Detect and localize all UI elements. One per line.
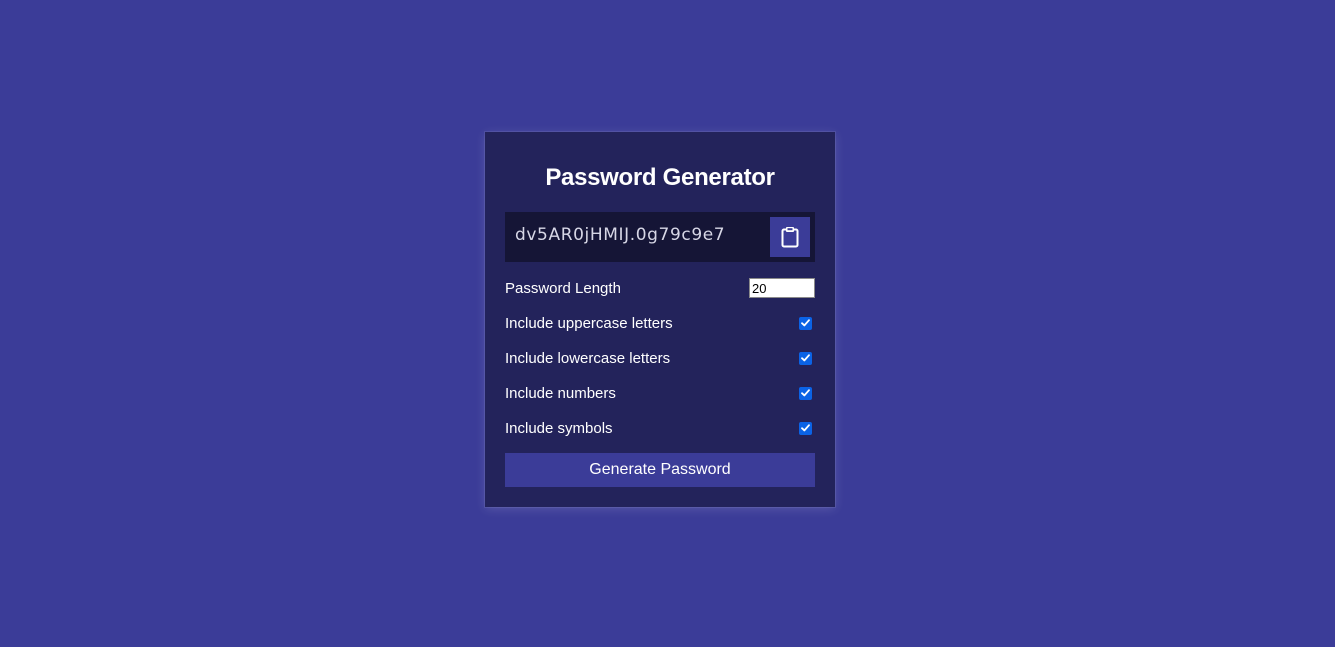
checkmark-icon <box>801 424 810 432</box>
uppercase-checkbox[interactable] <box>799 316 812 330</box>
generate-password-button[interactable]: Generate Password <box>505 453 815 487</box>
numbers-checkbox[interactable] <box>799 386 812 400</box>
setting-symbols: Include symbols <box>505 417 815 439</box>
numbers-label: Include numbers <box>505 384 616 402</box>
copy-to-clipboard-button[interactable] <box>770 217 810 257</box>
password-length-input[interactable] <box>749 278 815 298</box>
symbols-label: Include symbols <box>505 419 613 437</box>
uppercase-label: Include uppercase letters <box>505 314 673 332</box>
setting-lowercase: Include lowercase letters <box>505 347 815 369</box>
setting-password-length: Password Length <box>505 277 815 299</box>
clipboard-icon <box>781 227 799 248</box>
password-result-box: dv5AR0jHMIJ.0g79c9e7 <box>505 212 815 262</box>
setting-uppercase: Include uppercase letters <box>505 312 815 334</box>
password-result-text[interactable]: dv5AR0jHMIJ.0g79c9e7 <box>515 225 725 245</box>
checkmark-icon <box>801 354 810 362</box>
password-generator-card: Password Generator dv5AR0jHMIJ.0g79c9e7 … <box>485 132 835 507</box>
password-length-label: Password Length <box>505 279 621 297</box>
setting-numbers: Include numbers <box>505 382 815 404</box>
checkmark-icon <box>801 389 810 397</box>
symbols-checkbox[interactable] <box>799 421 812 435</box>
lowercase-checkbox[interactable] <box>799 351 812 365</box>
lowercase-label: Include lowercase letters <box>505 349 671 367</box>
page-background: Password Generator dv5AR0jHMIJ.0g79c9e7 … <box>0 0 1335 647</box>
checkmark-icon <box>801 319 810 327</box>
page-title: Password Generator <box>545 164 775 191</box>
